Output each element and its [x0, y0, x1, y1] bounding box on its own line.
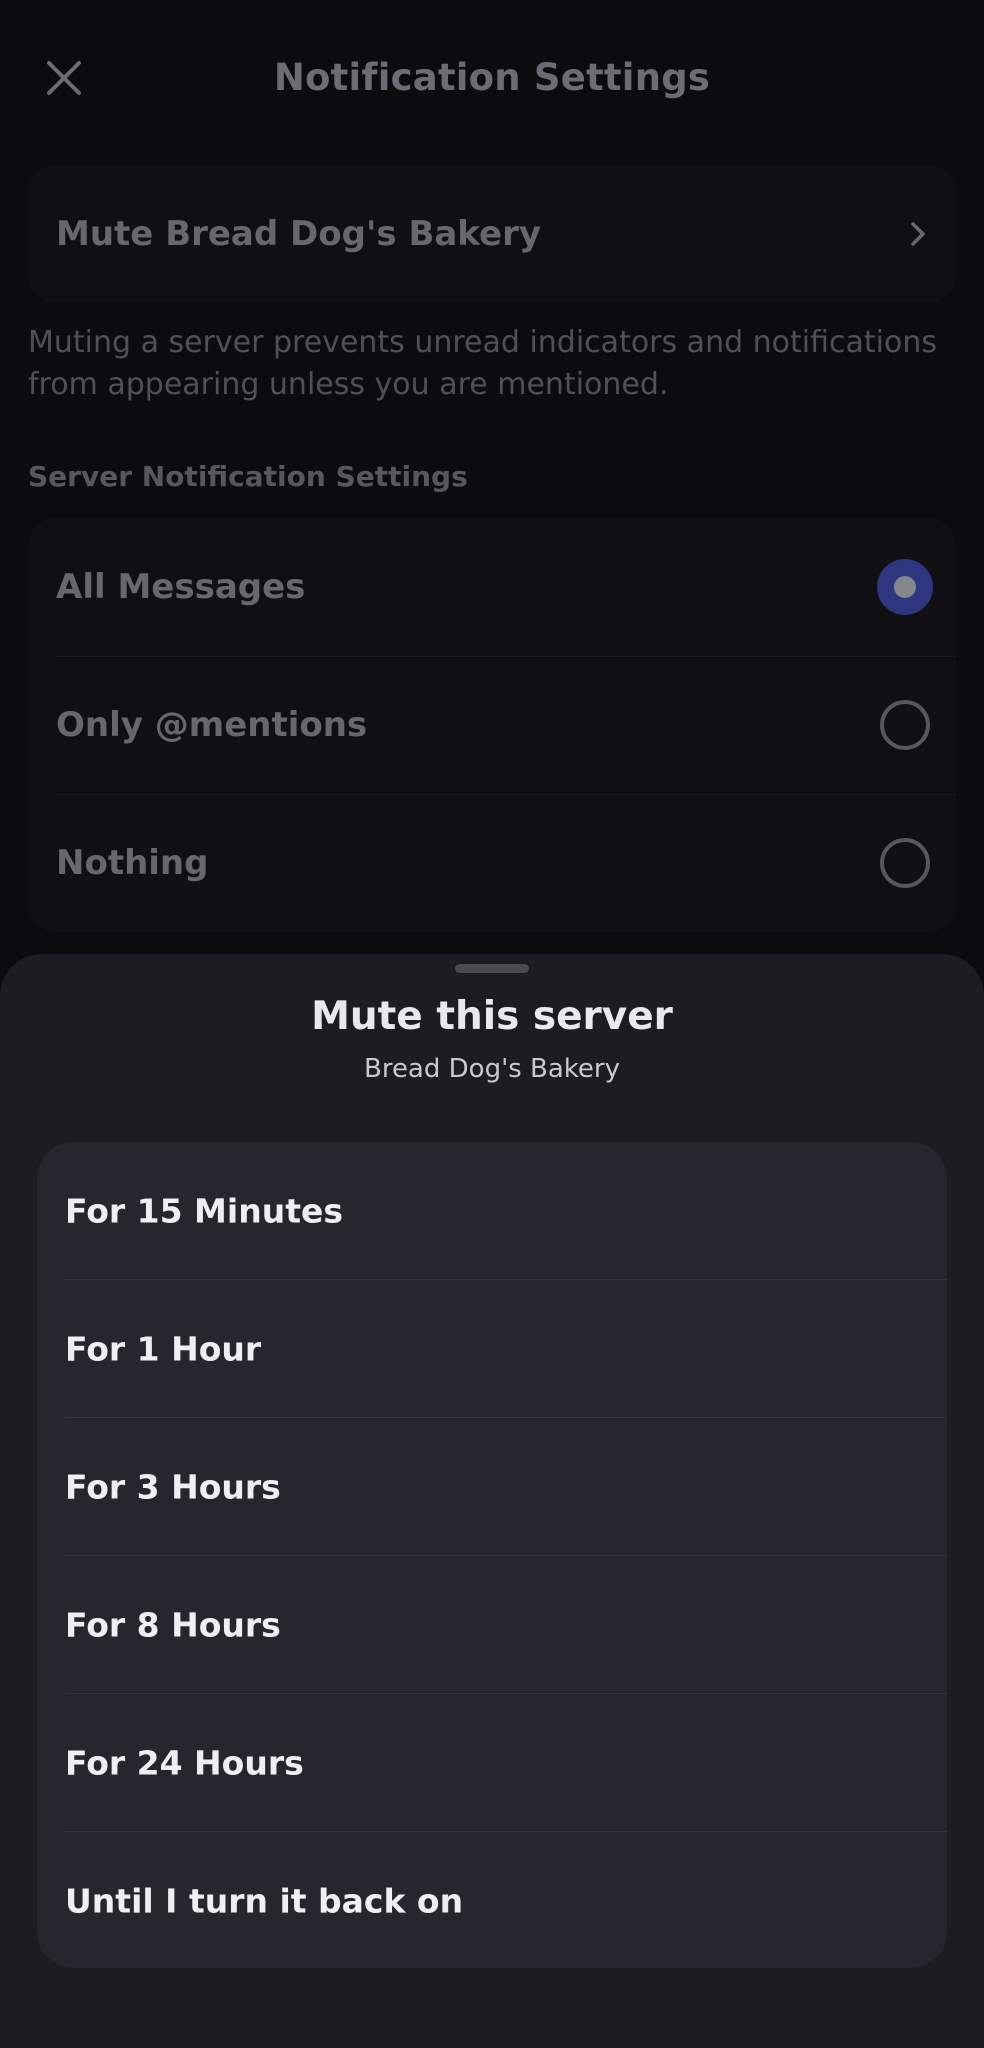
- duration-label: Until I turn it back on: [65, 1881, 464, 1920]
- mute-1-hour[interactable]: For 1 Hour: [37, 1280, 947, 1417]
- radio-selected-icon[interactable]: [877, 559, 933, 615]
- mute-server-label: Mute Bread Dog's Bakery: [56, 214, 541, 254]
- mute-3-hours[interactable]: For 3 Hours: [37, 1418, 947, 1555]
- sheet-subtitle: Bread Dog's Bakery: [363, 1054, 620, 1084]
- mute-24-hours[interactable]: For 24 Hours: [37, 1694, 947, 1831]
- option-all-messages[interactable]: All Messages: [28, 518, 956, 656]
- radio-unselected-icon[interactable]: [880, 700, 930, 750]
- sheet-drag-handle[interactable]: [455, 964, 529, 973]
- mute-bottom-sheet: Mute this server Bread Dog's Bakery For …: [0, 954, 984, 2048]
- mute-8-hours[interactable]: For 8 Hours: [37, 1556, 947, 1693]
- option-nothing[interactable]: Nothing: [28, 794, 956, 932]
- option-only-mentions[interactable]: Only @mentions: [28, 656, 956, 794]
- chevron-right-icon: [911, 222, 925, 246]
- mute-server-row[interactable]: Mute Bread Dog's Bakery: [28, 165, 956, 303]
- duration-label: For 8 Hours: [65, 1605, 281, 1644]
- mute-description: Muting a server prevents unread indicato…: [28, 325, 937, 402]
- duration-label: For 3 Hours: [65, 1467, 281, 1506]
- server-notification-options: All Messages Only @mentions Nothing: [28, 518, 956, 932]
- option-label: All Messages: [56, 567, 306, 607]
- mute-15-minutes[interactable]: For 15 Minutes: [37, 1142, 947, 1279]
- page-title: Notification Settings: [273, 56, 711, 99]
- duration-label: For 1 Hour: [65, 1329, 262, 1368]
- duration-label: For 15 Minutes: [65, 1191, 343, 1230]
- mute-until-turned-back-on[interactable]: Until I turn it back on: [37, 1832, 947, 1968]
- radio-unselected-icon[interactable]: [880, 838, 930, 888]
- header: Notification Settings: [0, 0, 984, 160]
- option-label: Nothing: [56, 843, 209, 883]
- mute-duration-list: For 15 Minutes For 1 Hour For 3 Hours Fo…: [37, 1142, 947, 1968]
- sheet-title: Mute this server: [311, 994, 673, 1039]
- duration-label: For 24 Hours: [65, 1743, 304, 1782]
- server-notification-settings-heading: Server Notification Settings: [28, 460, 468, 493]
- option-label: Only @mentions: [56, 705, 368, 745]
